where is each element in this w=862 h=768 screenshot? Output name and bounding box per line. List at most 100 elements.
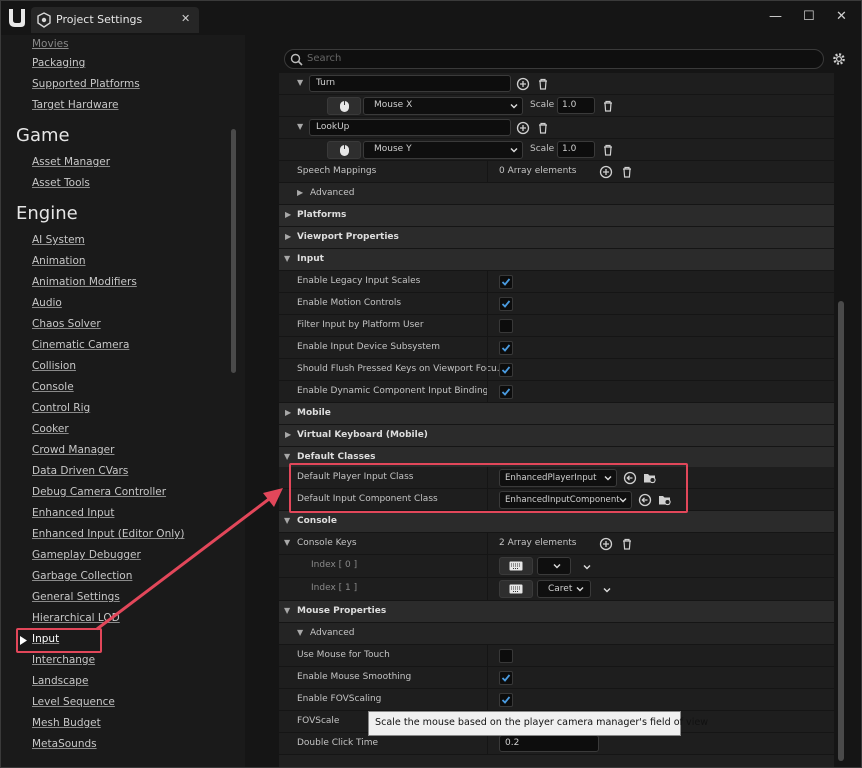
sidebar-item-movies[interactable]: Movies [32,38,69,50]
checkbox[interactable] [499,693,513,707]
category-mouse-properties[interactable]: ▼ Mouse Properties [279,601,834,623]
collapse-arrow-icon[interactable]: ▼ [297,78,303,87]
sidebar-scrollbar[interactable] [231,129,236,373]
axis-name-field[interactable]: LookUp [309,119,511,136]
gear-icon[interactable] [832,52,846,66]
add-icon[interactable] [516,121,530,135]
sidebar-item-control-rig[interactable]: Control Rig [32,402,90,414]
checkbox[interactable] [499,341,513,355]
sidebar-item-animation[interactable]: Animation [32,255,86,267]
sidebar-item-enhanced-input-editor[interactable]: Enhanced Input (Editor Only) [32,528,184,540]
key-dropdown[interactable] [537,557,571,575]
checkbox[interactable] [499,297,513,311]
trash-icon[interactable] [536,121,550,135]
checkbox[interactable] [499,363,513,377]
collapse-arrow-icon[interactable]: ▼ [284,452,290,461]
sidebar-item-general-settings[interactable]: General Settings [32,591,120,603]
sidebar-item-console[interactable]: Console [32,381,74,393]
category-console[interactable]: ▼ Console [279,511,834,533]
sidebar-item-hierarchical-lod[interactable]: Hierarchical LOD [32,612,120,624]
expand-arrow-icon[interactable]: ▶ [297,188,303,197]
tab-title: Project Settings [56,13,143,26]
collapse-arrow-icon[interactable]: ▼ [297,628,303,637]
category-platforms[interactable]: ▶ Platforms [279,205,834,227]
key-selector-button[interactable] [499,580,533,598]
checkbox[interactable] [499,649,513,663]
expand-arrow-icon[interactable]: ▶ [285,430,291,439]
sidebar-item-asset-manager[interactable]: Asset Manager [32,156,110,168]
axis-name-field[interactable]: Turn [309,75,511,92]
expand-chevron-icon[interactable] [582,562,592,572]
sidebar-item-ai-system[interactable]: AI System [32,234,85,246]
advanced-row[interactable]: ▶ Advanced [279,183,834,205]
sidebar-item-mesh-budget[interactable]: Mesh Budget [32,717,101,729]
close-window-button[interactable]: ✕ [836,9,847,25]
collapse-arrow-icon[interactable]: ▼ [284,254,290,263]
checkbox[interactable] [499,319,513,333]
sidebar-item-interchange[interactable]: Interchange [32,654,95,666]
sidebar-item-supported-platforms[interactable]: Supported Platforms [32,78,140,90]
key-selector-button[interactable] [327,97,361,115]
checkbox[interactable] [499,385,513,399]
sidebar-item-landscape[interactable]: Landscape [32,675,88,687]
details-scrollbar[interactable] [838,301,844,761]
prop-label: Enable Motion Controls [297,298,402,308]
search-input[interactable]: Search [307,53,341,64]
category-input[interactable]: ▼ Input [279,249,834,271]
sidebar-item-metasounds[interactable]: MetaSounds [32,738,97,750]
checkbox[interactable] [499,671,513,685]
collapse-arrow-icon[interactable]: ▼ [297,122,303,131]
tab-close-icon[interactable]: ✕ [181,12,190,25]
sidebar-item-chaos-solver[interactable]: Chaos Solver [32,318,101,330]
expand-chevron-icon[interactable] [602,585,612,595]
sidebar-item-gameplay-debugger[interactable]: Gameplay Debugger [32,549,141,561]
expand-arrow-icon[interactable]: ▶ [285,210,291,219]
key-dropdown[interactable]: Caret [537,580,591,598]
trash-icon[interactable] [601,99,615,113]
scale-input[interactable]: 1.0 [557,97,595,114]
scale-input[interactable]: 1.0 [557,141,595,158]
sidebar-item-debug-camera-controller[interactable]: Debug Camera Controller [32,486,166,498]
trash-icon[interactable] [536,77,550,91]
sidebar-item-audio[interactable]: Audio [32,297,62,309]
search-box[interactable]: Search [284,49,824,69]
sidebar-item-cinematic-camera[interactable]: Cinematic Camera [32,339,129,351]
key-selector-button[interactable] [327,141,361,159]
sidebar-item-data-driven-cvars[interactable]: Data Driven CVars [32,465,128,477]
sidebar-item-collision[interactable]: Collision [32,360,76,372]
trash-icon[interactable] [620,165,634,179]
key-value: Mouse X [374,100,413,110]
sidebar-item-garbage-collection[interactable]: Garbage Collection [32,570,132,582]
maximize-button[interactable]: ☐ [803,9,815,25]
trash-icon[interactable] [620,537,634,551]
expand-arrow-icon[interactable]: ▶ [285,408,291,417]
key-dropdown[interactable]: Mouse X [363,97,523,115]
double-click-time-input[interactable]: 0.2 [499,735,599,752]
key-selector-button[interactable] [499,557,533,575]
category-viewport-properties[interactable]: ▶ Viewport Properties [279,227,834,249]
collapse-arrow-icon[interactable]: ▼ [284,606,290,615]
category-mobile[interactable]: ▶ Mobile [279,403,834,425]
key-dropdown[interactable]: Mouse Y [363,141,523,159]
sidebar-item-animation-modifiers[interactable]: Animation Modifiers [32,276,137,288]
category-virtual-keyboard[interactable]: ▶ Virtual Keyboard (Mobile) [279,425,834,447]
sidebar-item-cooker[interactable]: Cooker [32,423,69,435]
sidebar-item-crowd-manager[interactable]: Crowd Manager [32,444,114,456]
add-icon[interactable] [599,537,613,551]
collapse-arrow-icon[interactable]: ▼ [284,538,290,547]
checkbox[interactable] [499,275,513,289]
collapse-arrow-icon[interactable]: ▼ [284,516,290,525]
sidebar-item-asset-tools[interactable]: Asset Tools [32,177,90,189]
mouse-advanced-row[interactable]: ▼ Advanced [279,623,834,645]
sidebar-item-enhanced-input[interactable]: Enhanced Input [32,507,114,519]
trash-icon[interactable] [601,143,615,157]
sidebar-item-packaging[interactable]: Packaging [32,57,85,69]
sidebar-item-target-hardware[interactable]: Target Hardware [32,99,119,111]
unreal-engine-logo-icon[interactable] [7,7,27,29]
sidebar-item-level-sequence[interactable]: Level Sequence [32,696,115,708]
expand-arrow-icon[interactable]: ▶ [285,232,291,241]
tab-project-settings[interactable]: Project Settings ✕ [31,7,199,33]
add-icon[interactable] [599,165,613,179]
minimize-button[interactable]: — [769,9,782,25]
add-icon[interactable] [516,77,530,91]
